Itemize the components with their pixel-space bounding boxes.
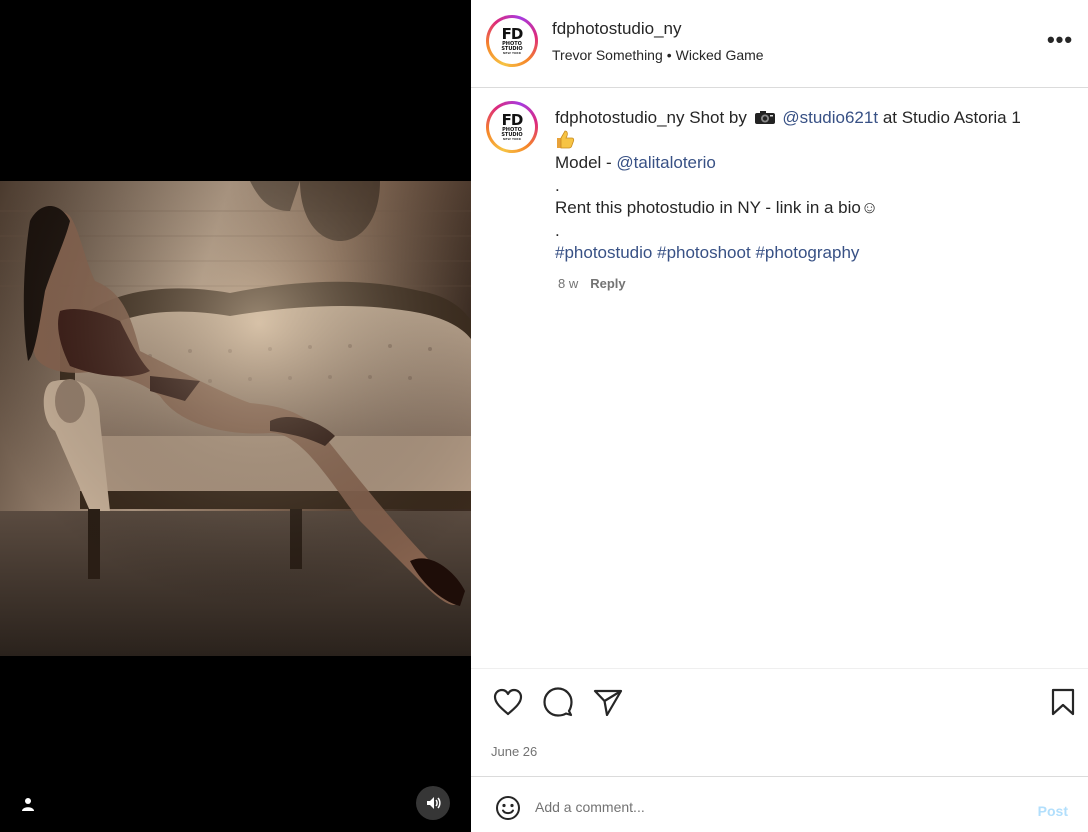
post-photo[interactable]: [0, 181, 471, 656]
caption-shot-by: Shot by: [689, 108, 747, 127]
thumbs-up-icon: [557, 130, 575, 148]
logo-main: FD: [501, 25, 524, 43]
post-header: FD PHOTO STUDIO NEW YORK fdphotostudio_n…: [471, 0, 1088, 88]
comment-icon: [543, 687, 573, 717]
camera-icon: [754, 111, 775, 124]
actions-bar: June 26: [471, 668, 1088, 776]
smiley-icon: [496, 796, 520, 820]
model-label: Model -: [555, 153, 612, 172]
logo-line3: NEW YORK: [502, 137, 522, 141]
avatar-inner: FD PHOTO STUDIO NEW YORK: [489, 18, 535, 64]
caption-area: FD PHOTO STUDIO NEW YORK fdphotostudio_n…: [471, 89, 1088, 669]
caption-line-2: [555, 130, 1060, 153]
reply-button[interactable]: Reply: [590, 276, 625, 291]
more-options-button[interactable]: •••: [1047, 27, 1072, 52]
logo-line3: NEW YORK: [502, 51, 522, 55]
caption-line-1: fdphotostudio_ny Shot by @studio621t at …: [555, 107, 1060, 130]
caption-model-line: Model - @talitaloterio: [555, 152, 1060, 175]
model-mention[interactable]: @talitaloterio: [616, 153, 715, 172]
caption-age-num: 8: [558, 276, 566, 291]
caption-age: 8 w: [558, 276, 578, 291]
save-button[interactable]: [1046, 685, 1080, 719]
studio-logo: FD PHOTO STUDIO NEW YORK: [491, 106, 533, 148]
comment-bar: Post: [471, 776, 1088, 832]
photographer-mention[interactable]: @studio621t: [782, 108, 878, 127]
post-panel: FD PHOTO STUDIO NEW YORK fdphotostudio_n…: [471, 0, 1088, 832]
caption-rent-line: Rent this photostudio in NY - link in a …: [555, 197, 1060, 220]
caption-avatar[interactable]: FD PHOTO STUDIO NEW YORK: [486, 101, 538, 153]
smile-glyph: ☺: [860, 198, 879, 217]
post-caption: fdphotostudio_ny Shot by @studio621t at …: [555, 107, 1060, 265]
emoji-picker-button[interactable]: [495, 795, 521, 821]
heart-icon: [493, 688, 523, 716]
post-date[interactable]: June 26: [491, 744, 537, 759]
studio-logo: FD PHOTO STUDIO NEW YORK: [491, 20, 533, 62]
like-button[interactable]: [491, 685, 525, 719]
audio-track: Wicked Game: [675, 47, 764, 63]
speaker-icon: [427, 797, 441, 809]
rent-text: Rent this photostudio in NY - link in a …: [555, 198, 861, 217]
caption-dot-2: .: [555, 220, 560, 240]
audio-separator: •: [666, 47, 672, 63]
comment-input[interactable]: [535, 795, 1015, 819]
caption-age-unit: w: [568, 276, 579, 291]
user-tag-button[interactable]: [12, 788, 44, 820]
caption-meta: 8 w Reply: [558, 276, 626, 291]
audio-toggle-button[interactable]: [416, 786, 450, 820]
logo-main: FD: [501, 111, 524, 129]
user-icon: [22, 798, 34, 811]
caption-hashtags: #photostudio #photoshoot #photography: [555, 242, 1060, 265]
paper-plane-icon: [593, 689, 623, 716]
hashtag-photoshoot[interactable]: #photoshoot: [657, 243, 751, 262]
audio-artist: Trevor Something: [552, 47, 663, 63]
caption-username[interactable]: fdphotostudio_ny: [555, 108, 685, 127]
photo-image: [0, 181, 471, 656]
profile-avatar[interactable]: FD PHOTO STUDIO NEW YORK: [486, 15, 538, 67]
avatar-inner: FD PHOTO STUDIO NEW YORK: [489, 104, 535, 150]
post-media: [0, 0, 471, 832]
caption-location: at Studio Astoria 1: [882, 108, 1021, 127]
comment-button[interactable]: [541, 685, 575, 719]
post-comment-button[interactable]: Post: [1038, 803, 1068, 819]
audio-attribution[interactable]: Trevor Something • Wicked Game: [552, 47, 764, 63]
hashtag-photography[interactable]: #photography: [755, 243, 859, 262]
bookmark-icon: [1051, 688, 1075, 716]
header-username[interactable]: fdphotostudio_ny: [552, 19, 682, 39]
share-button[interactable]: [591, 685, 625, 719]
caption-dot-1: .: [555, 175, 560, 195]
hashtag-photostudio[interactable]: #photostudio: [555, 243, 652, 262]
